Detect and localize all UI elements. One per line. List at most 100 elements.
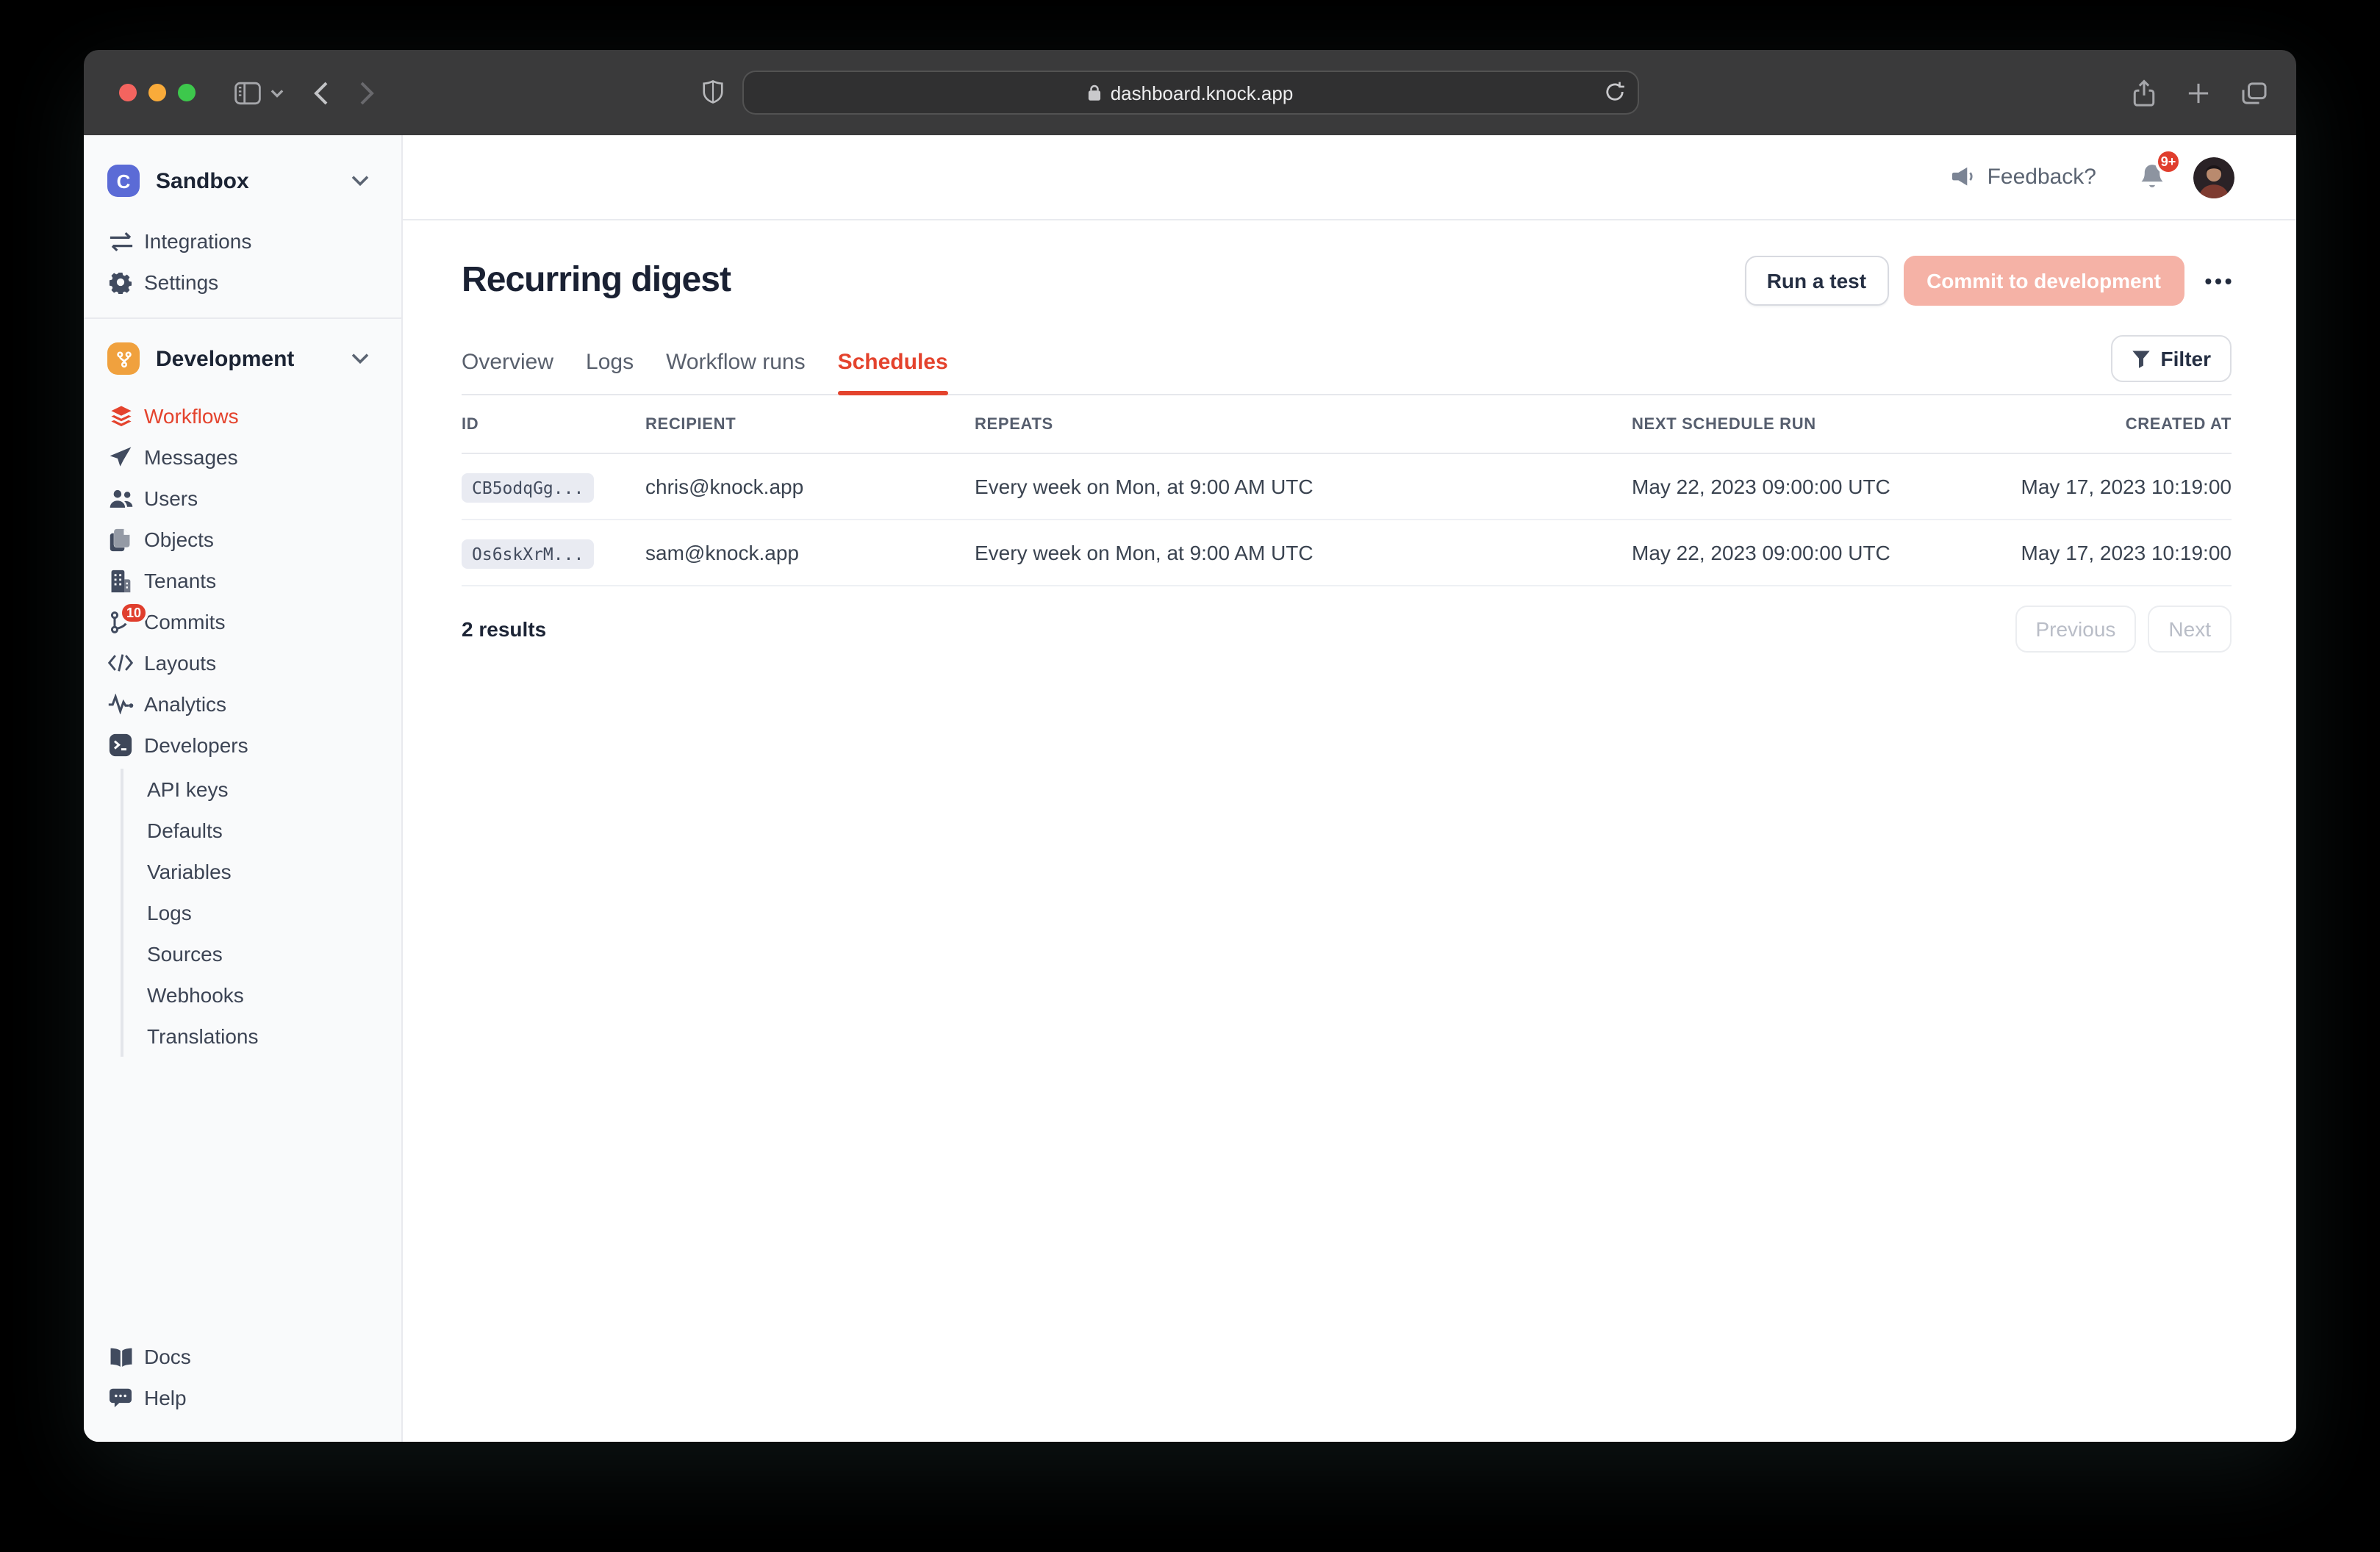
pulse-icon	[107, 691, 134, 717]
sidebar-item-webhooks[interactable]: Webhooks	[123, 974, 401, 1016]
megaphone-icon	[1951, 166, 1976, 188]
sidebar-item-label: Commits	[144, 610, 225, 633]
results-count: 2 results	[462, 617, 546, 641]
integrations-icon	[107, 228, 134, 254]
top-header-band: Feedback? 9+	[403, 135, 2296, 220]
sidebar-item-variables[interactable]: Variables	[123, 851, 401, 892]
notifications-button[interactable]: 9+	[2137, 162, 2167, 193]
recipient-cell: sam@knock.app	[645, 541, 975, 564]
workspace-name: Sandbox	[156, 168, 351, 193]
commit-to-development-button[interactable]: Commit to development	[1903, 256, 2184, 306]
sidebar-item-users[interactable]: Users	[84, 478, 401, 519]
sidebar: C Sandbox Integrations	[84, 135, 403, 1442]
sidebar-item-label: Docs	[144, 1345, 191, 1368]
sidebar-item-api-keys[interactable]: API keys	[123, 769, 401, 810]
sidebar-divider	[84, 317, 401, 319]
repeats-cell: Every week on Mon, at 9:00 AM UTC	[975, 475, 1632, 498]
sidebar-item-layouts[interactable]: Layouts	[84, 642, 401, 683]
traffic-lights	[119, 84, 196, 101]
tab-schedules[interactable]: Schedules	[838, 350, 948, 394]
address-bar[interactable]: dashboard.knock.app	[742, 71, 1639, 115]
lock-icon	[1089, 84, 1102, 101]
book-icon	[107, 1343, 134, 1370]
sidebar-item-sources[interactable]: Sources	[123, 933, 401, 974]
sidebar-item-settings[interactable]: Settings	[84, 262, 401, 303]
workspace-switcher[interactable]: C Sandbox	[84, 159, 401, 203]
branch-icon	[114, 349, 133, 368]
environment-name: Development	[156, 346, 351, 371]
next-page-button[interactable]: Next	[2148, 606, 2232, 653]
environment-switcher[interactable]: Development	[84, 337, 401, 381]
sidebar-item-label: Help	[144, 1386, 187, 1409]
building-icon	[107, 567, 134, 594]
sidebar-item-messages[interactable]: Messages	[84, 436, 401, 478]
gear-icon	[107, 269, 134, 295]
tab-logs[interactable]: Logs	[586, 350, 634, 394]
address-bar-url: dashboard.knock.app	[1111, 82, 1294, 104]
share-icon[interactable]	[2133, 79, 2155, 107]
sub-item-label: Variables	[147, 860, 232, 883]
sidebar-toggle-icon[interactable]	[234, 80, 262, 105]
sidebar-item-workflows[interactable]: Workflows	[84, 395, 401, 436]
sidebar-item-translations[interactable]: Translations	[123, 1016, 401, 1057]
forward-button[interactable]	[359, 80, 375, 105]
sidebar-item-integrations[interactable]: Integrations	[84, 220, 401, 262]
maximize-window-button[interactable]	[178, 84, 196, 101]
chevron-down-icon	[351, 353, 369, 364]
tab-overview-icon[interactable]	[2242, 82, 2267, 104]
new-tab-icon[interactable]	[2187, 82, 2209, 104]
table-row[interactable]: Os6skXrM... sam@knock.app Every week on …	[462, 520, 2232, 586]
column-header-id: ID	[462, 415, 645, 433]
sidebar-item-label: Developers	[144, 733, 248, 757]
users-icon	[107, 485, 134, 511]
sidebar-item-label: Users	[144, 486, 198, 510]
run-a-test-button[interactable]: Run a test	[1745, 256, 1888, 306]
chat-icon	[107, 1384, 134, 1411]
sidebar-item-label: Messages	[144, 445, 238, 469]
browser-window: dashboard.knock.app	[84, 50, 2296, 1442]
sidebar-item-developers[interactable]: Developers	[84, 725, 401, 766]
avatar[interactable]	[2193, 157, 2234, 198]
minimize-window-button[interactable]	[148, 84, 166, 101]
page-title: Recurring digest	[462, 260, 1745, 301]
more-options-button[interactable]	[2205, 277, 2232, 284]
browser-titlebar: dashboard.knock.app	[84, 50, 2296, 135]
sidebar-item-tenants[interactable]: Tenants 10	[84, 560, 401, 601]
tabs-bar: Overview Logs Workflow runs Schedules Fi…	[462, 335, 2232, 395]
sidebar-chevron-down-icon[interactable]	[270, 87, 284, 98]
schedules-table: ID RECIPIENT REPEATS NEXT SCHEDULE RUN C…	[462, 395, 2232, 653]
table-row[interactable]: CB5odqGg... chris@knock.app Every week o…	[462, 454, 2232, 520]
sidebar-item-docs[interactable]: Docs	[84, 1336, 401, 1377]
previous-page-button[interactable]: Previous	[2015, 606, 2136, 653]
close-window-button[interactable]	[119, 84, 137, 101]
notification-count-badge: 9+	[2155, 148, 2182, 175]
sidebar-item-label: Settings	[144, 270, 218, 294]
sidebar-item-label: Workflows	[144, 404, 239, 428]
back-button[interactable]	[313, 80, 329, 105]
sidebar-item-defaults[interactable]: Defaults	[123, 810, 401, 851]
filter-button[interactable]: Filter	[2111, 335, 2232, 382]
sidebar-item-help[interactable]: Help	[84, 1377, 401, 1418]
tab-overview[interactable]: Overview	[462, 350, 553, 394]
table-header-row: ID RECIPIENT REPEATS NEXT SCHEDULE RUN C…	[462, 395, 2232, 454]
screenshot-stage: dashboard.knock.app	[0, 0, 2380, 1552]
created-at-cell: May 17, 2023 10:19:00	[2021, 541, 2232, 564]
feedback-button[interactable]: Feedback?	[1951, 165, 2096, 190]
sidebar-item-objects[interactable]: Objects	[84, 519, 401, 560]
workspace-logo: C	[107, 165, 140, 197]
chevron-down-icon	[351, 175, 369, 187]
sidebar-item-commits[interactable]: Commits 10	[84, 601, 401, 642]
repeats-cell: Every week on Mon, at 9:00 AM UTC	[975, 541, 1632, 564]
developers-subnav: API keys Defaults Variables Logs Sources…	[121, 769, 401, 1057]
sidebar-item-label: Analytics	[144, 692, 226, 716]
commits-count-badge: 10	[119, 601, 148, 625]
sidebar-item-analytics[interactable]: Analytics	[84, 683, 401, 725]
sidebar-item-label: Layouts	[144, 651, 216, 675]
schedule-id-chip: Os6skXrM...	[462, 539, 594, 569]
sidebar-item-logs[interactable]: Logs	[123, 892, 401, 933]
tab-workflow-runs[interactable]: Workflow runs	[666, 350, 806, 394]
reload-icon[interactable]	[1605, 81, 1624, 103]
sub-item-label: Logs	[147, 901, 192, 924]
privacy-shield-icon[interactable]	[703, 79, 723, 104]
sidebar-item-label: Tenants	[144, 569, 216, 592]
